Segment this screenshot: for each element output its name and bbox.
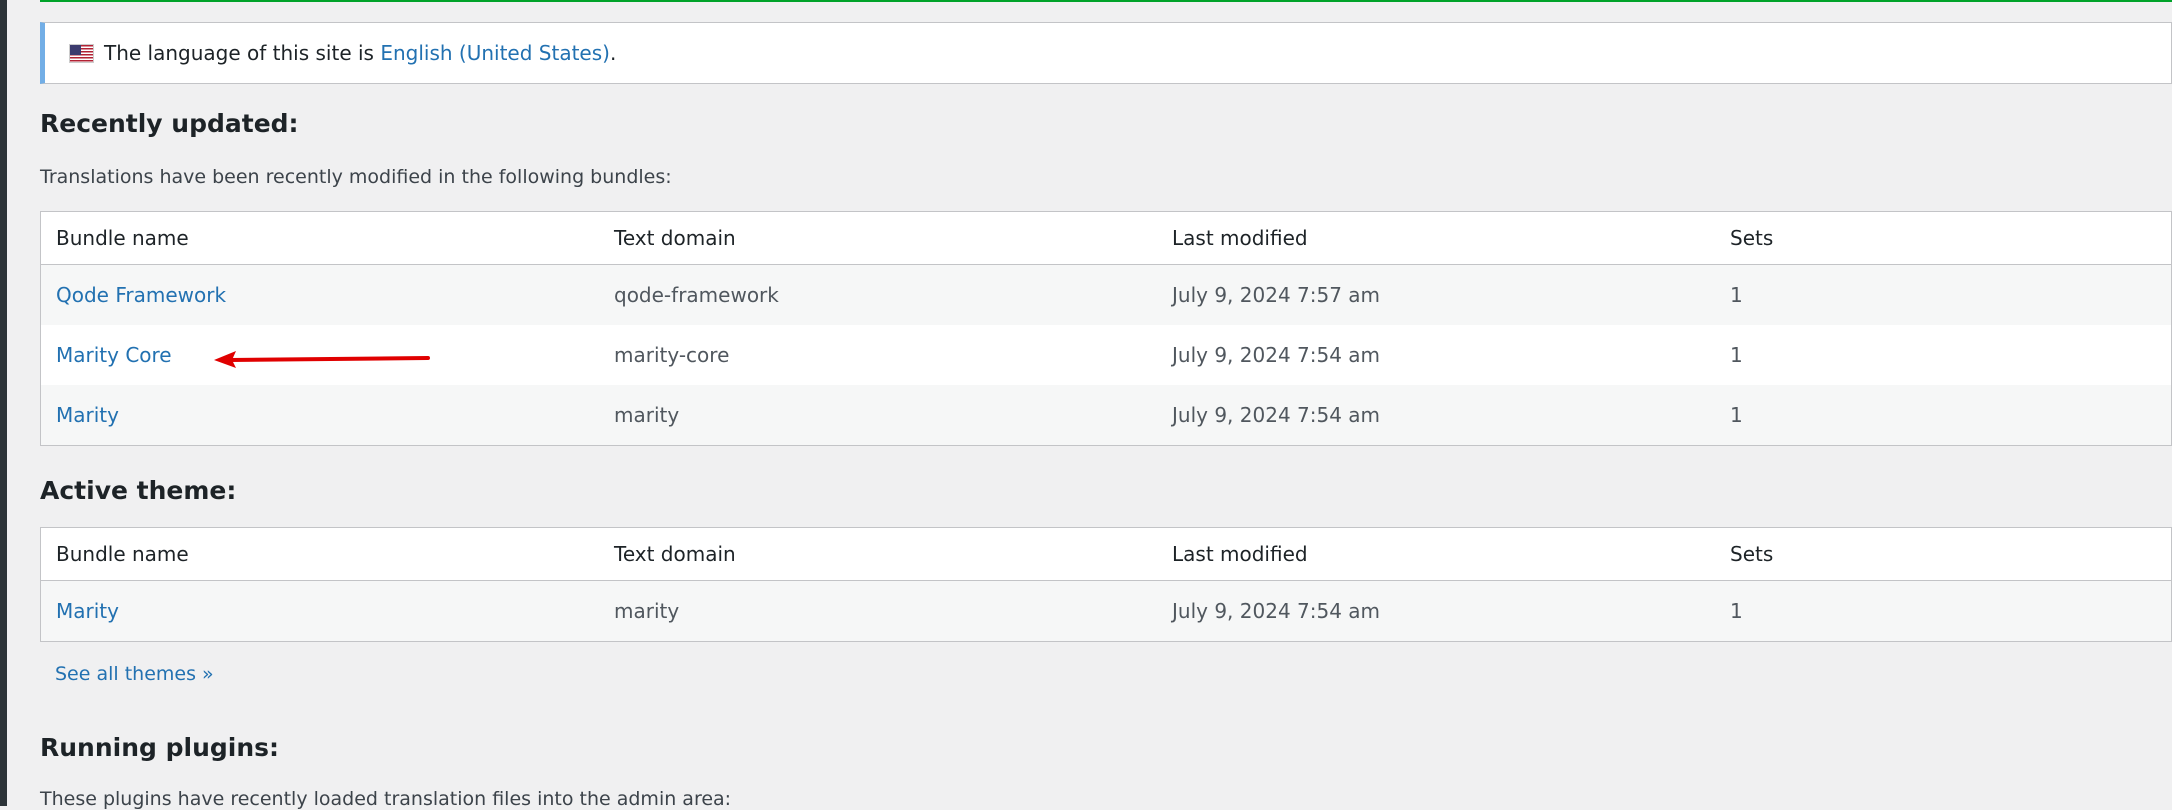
- bundle-link[interactable]: Marity Core: [56, 343, 172, 367]
- last-modified: July 9, 2024 7:54 am: [1157, 580, 1715, 642]
- column-header-last-modified[interactable]: Last modified: [1157, 527, 1715, 581]
- running-plugins-heading: Running plugins:: [40, 733, 280, 762]
- see-all-themes-link[interactable]: See all themes »: [55, 663, 214, 685]
- success-notice-edge: [40, 0, 2172, 2]
- table-row: Qode Framework qode-framework July 9, 20…: [40, 264, 2172, 325]
- table-row: Marity marity July 9, 2024 7:54 am 1: [40, 385, 2172, 446]
- notice-suffix: .: [609, 41, 617, 65]
- column-header-text-domain[interactable]: Text domain: [599, 211, 1157, 265]
- column-header-sets[interactable]: Sets: [1715, 211, 2172, 265]
- last-modified: July 9, 2024 7:54 am: [1157, 385, 1715, 446]
- last-modified: July 9, 2024 7:57 am: [1157, 264, 1715, 325]
- table-row: Marity marity July 9, 2024 7:54 am 1: [40, 580, 2172, 642]
- column-header-last-modified[interactable]: Last modified: [1157, 211, 1715, 265]
- text-domain: marity-core: [614, 343, 730, 367]
- recent-bundles-table: Bundle name Text domain Last modified Se…: [40, 211, 2172, 446]
- language-notice: The language of this site is English (Un…: [40, 22, 2172, 84]
- bundle-link[interactable]: Qode Framework: [56, 283, 226, 307]
- language-link[interactable]: English (United States): [380, 41, 610, 65]
- us-flag-icon: [69, 43, 94, 63]
- table-header-row: Bundle name Text domain Last modified Se…: [40, 527, 2172, 581]
- recently-updated-heading: Recently updated:: [40, 109, 299, 138]
- column-header-bundle-name[interactable]: Bundle name: [40, 211, 599, 265]
- sets-count: 1: [1715, 264, 2172, 325]
- admin-sidebar-edge: [0, 0, 7, 806]
- column-header-bundle-name[interactable]: Bundle name: [40, 527, 599, 581]
- text-domain: marity: [599, 580, 1157, 642]
- last-modified: July 9, 2024 7:54 am: [1172, 343, 1381, 367]
- column-header-sets[interactable]: Sets: [1715, 527, 2172, 581]
- main-content: The language of this site is English (Un…: [40, 0, 2172, 810]
- active-theme-heading: Active theme:: [40, 476, 237, 505]
- bundle-link[interactable]: Marity: [56, 599, 119, 623]
- sets-count: 1: [1715, 385, 2172, 446]
- annotation-arrow-icon: [214, 351, 430, 368]
- bundle-link[interactable]: Marity: [56, 403, 119, 427]
- text-domain: marity: [599, 385, 1157, 446]
- column-header-text-domain[interactable]: Text domain: [599, 527, 1157, 581]
- sets-count: 1: [1730, 343, 1743, 367]
- table-header-row: Bundle name Text domain Last modified Se…: [40, 211, 2172, 265]
- recently-updated-description: Translations have been recently modified…: [40, 166, 672, 188]
- active-theme-table: Bundle name Text domain Last modified Se…: [40, 527, 2172, 642]
- running-plugins-description: These plugins have recently loaded trans…: [40, 788, 732, 810]
- sets-count: 1: [1715, 580, 2172, 642]
- notice-prefix: The language of this site is: [104, 41, 374, 65]
- text-domain: qode-framework: [599, 264, 1157, 325]
